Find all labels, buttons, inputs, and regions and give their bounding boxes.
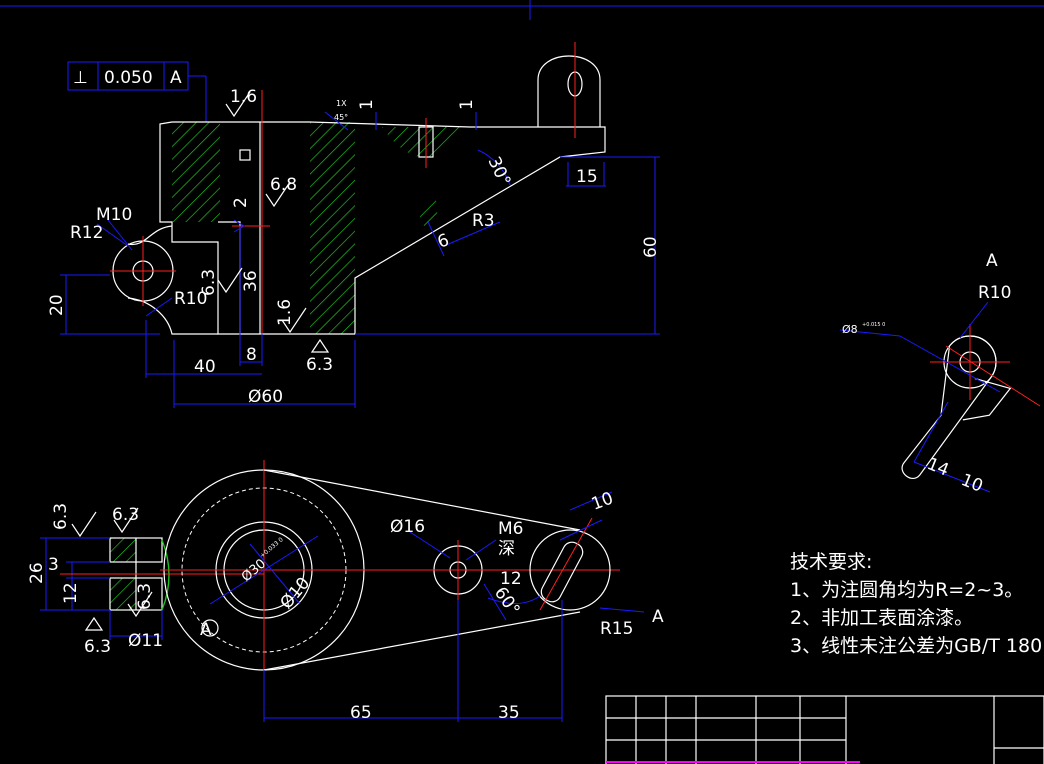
cad-drawing-canvas[interactable]: ⊥ 0.050 A 1.6 6.8 6.3 1.6 6.3 1X 45° 1 1…	[0, 0, 1044, 764]
dim-forty: 40	[194, 357, 216, 377]
dim-sixty: 60	[641, 236, 661, 258]
dim-eight: 8	[246, 345, 257, 365]
dim-thirtysix: 36	[241, 270, 261, 292]
dim-sixtyfive: 65	[350, 703, 372, 723]
dim-dia11: Ø11	[128, 631, 163, 651]
dim-one-b: 1	[457, 99, 477, 110]
tech-req-item-3: 3、线性未注公差为GB/T 180	[790, 635, 1042, 657]
detail-dia8: Ø8	[842, 323, 858, 336]
bore-hatch-section	[310, 122, 355, 334]
tech-req-item-2: 2、非加工表面涂漆。	[790, 607, 973, 629]
dim-one-a: 1	[357, 99, 377, 110]
detail-label-a: A	[986, 251, 998, 271]
rough-bottom: 6.3	[306, 355, 333, 375]
dim-dia16: Ø16	[390, 517, 425, 537]
thread-deep: 深	[498, 539, 515, 559]
radius-r3: R3	[472, 211, 495, 231]
top-hatch-lower	[110, 578, 136, 610]
dim-thirtyfive: 35	[498, 703, 520, 723]
tech-req-item-1: 1、为注圆角均为R=2~3。	[790, 579, 1023, 601]
dim-three: 3	[48, 555, 59, 575]
tolerance-frame: ⊥ 0.050 A	[67, 61, 207, 122]
top-rough-c: 6.3	[135, 583, 155, 610]
detail-ten: 10	[958, 470, 986, 497]
dim-fifteen: 15	[576, 167, 598, 187]
tolerance-datum: A	[170, 68, 182, 88]
tech-req-title: 技术要求:	[790, 551, 872, 573]
radius-r12: R12	[70, 223, 103, 243]
dim-twenty: 20	[47, 294, 67, 316]
top-rough-b: 6.3	[112, 505, 139, 525]
chamfer-1x: 1X	[336, 99, 347, 108]
radius-r10: R10	[174, 289, 207, 309]
rough-mid: 6.8	[270, 175, 297, 195]
perpendicularity-symbol: ⊥	[73, 68, 88, 88]
top-rough-a: 6.3	[51, 503, 71, 530]
dim-six: 6	[435, 230, 452, 252]
dim-two: 2	[231, 197, 251, 208]
rough-top: 1.6	[230, 87, 257, 107]
top-view: 6.3 6.3 6.3 6.3 26 3 12 Ø11 A Ø30 +0.033…	[27, 460, 664, 723]
radius-r15: R15	[600, 619, 633, 639]
view-arrow-a: A	[652, 607, 664, 627]
rough-side: 1.6	[275, 299, 295, 326]
dim-dia60: Ø60	[248, 387, 283, 407]
top-rough-d: 6.3	[84, 637, 111, 657]
tapped-hole-hatch	[382, 127, 468, 158]
thread-m6: M6	[498, 519, 523, 539]
dim-twentysix: 26	[27, 562, 47, 584]
tolerance-value: 0.050	[104, 68, 153, 88]
front-view: ⊥ 0.050 A 1.6 6.8 6.3 1.6 6.3 1X 45° 1 1…	[47, 42, 661, 408]
chamfer-45: 45°	[334, 113, 348, 122]
detail-dia8-tol: +0.015 0	[862, 322, 885, 328]
dim-dia30-tol: +0.033 0	[259, 536, 285, 559]
detail-view-a: A R10 Ø8 +0.015 0 14 10	[839, 251, 1041, 497]
title-block	[605, 695, 1044, 764]
detail-r10: R10	[978, 283, 1011, 303]
thread-m10: M10	[96, 205, 132, 225]
top-hatch-upper	[110, 538, 136, 562]
dim-twelve-left: 12	[61, 582, 81, 604]
left-hatch-section	[172, 122, 220, 222]
technical-requirements: 技术要求: 1、为注圆角均为R=2~3。 2、非加工表面涂漆。 3、线性未注公差…	[790, 551, 1042, 657]
detail-fourteen: 14	[924, 454, 952, 481]
dim-dia30: Ø30	[239, 556, 269, 585]
dim-dia10: Ø10	[277, 574, 315, 614]
drawing-border	[0, 0, 1044, 20]
